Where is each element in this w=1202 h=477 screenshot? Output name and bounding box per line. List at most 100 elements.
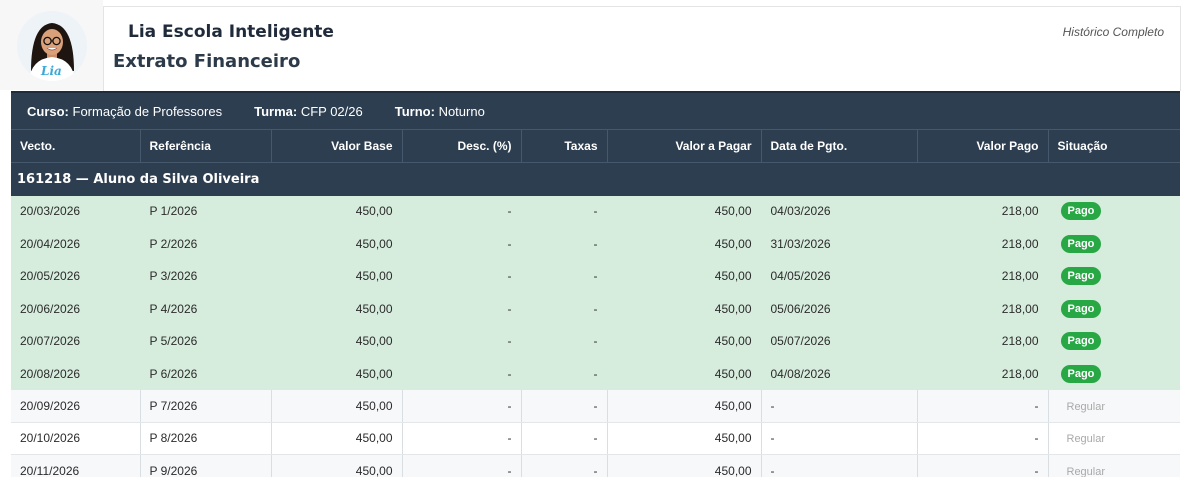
- status-cell: Pago: [1048, 195, 1180, 229]
- status-cell: Pago: [1048, 260, 1180, 294]
- course-label: Curso:: [27, 104, 69, 119]
- due-date-cell: 20/08/2026: [11, 357, 141, 391]
- due-date-cell: 20/10/2026: [11, 422, 141, 456]
- payment-date-cell: 04/08/2026: [761, 357, 918, 391]
- page: Lia Lia Escola Inteligente Extrato Finan…: [0, 0, 1202, 477]
- col-payment-date[interactable]: Data de Pgto.: [761, 129, 918, 163]
- status-cell: Regular: [1048, 389, 1180, 423]
- reference-cell: P 2/2026: [140, 227, 272, 261]
- course-info: Curso: Formação de Professores: [27, 104, 222, 119]
- shift-info: Turno: Noturno: [395, 104, 485, 119]
- status-badge-paid: Pago: [1060, 202, 1102, 221]
- reference-cell: P 9/2026: [140, 454, 272, 477]
- amount-due-cell: 450,00: [607, 389, 762, 423]
- base-value-cell: 450,00: [271, 260, 403, 294]
- shift-label: Turno:: [394, 104, 435, 119]
- col-discount[interactable]: Desc. (%): [402, 129, 522, 163]
- history-link[interactable]: Histórico Completo: [1063, 25, 1164, 39]
- reference-cell: P 1/2026: [140, 195, 272, 229]
- table-row[interactable]: 20/08/2026 P 6/2026 450,00- -450,00 04/08/20…: [11, 357, 1180, 391]
- due-date-cell: 20/04/2026: [11, 227, 141, 261]
- table-row[interactable]: 20/04/2026 P 2/2026 450,00- -450,00 31/03/20…: [11, 227, 1180, 261]
- status-badge-regular: Regular: [1066, 465, 1106, 477]
- base-value-cell: 450,00: [271, 389, 403, 423]
- student-group-row: 161218 — Aluno da Silva Oliveira: [11, 162, 1180, 196]
- fees-cell: -: [521, 227, 608, 261]
- status-cell: Pago: [1048, 357, 1180, 391]
- due-date-cell: 20/11/2026: [11, 454, 141, 477]
- amount-due-cell: 450,00: [607, 292, 762, 326]
- amount-due-cell: 450,00: [607, 325, 762, 358]
- class-info: Turma: CFP 02/26: [254, 104, 363, 119]
- amount-due-cell: 450,00: [607, 454, 762, 477]
- status-cell: Regular: [1048, 422, 1180, 456]
- reference-cell: P 3/2026: [140, 260, 272, 294]
- fees-cell: -: [521, 422, 608, 456]
- col-reference[interactable]: Referência: [140, 129, 272, 163]
- status-badge-paid: Pago: [1060, 364, 1102, 383]
- table-row[interactable]: 20/05/2026 P 3/2026 450,00- -450,00 04/05/20…: [11, 260, 1180, 294]
- payment-date-cell: -: [761, 422, 918, 456]
- student-group-label: 161218 — Aluno da Silva Oliveira: [11, 162, 1180, 196]
- payment-date-cell: 31/03/2026: [761, 227, 918, 261]
- table-row[interactable]: 20/03/2026 P 1/2026 450,00- -450,00 04/03/20…: [11, 195, 1180, 229]
- fees-cell: -: [521, 389, 608, 423]
- amount-due-cell: 450,00: [607, 260, 762, 294]
- col-amount-due[interactable]: Valor a Pagar: [607, 129, 762, 163]
- fees-cell: -: [521, 325, 608, 358]
- table-row[interactable]: 20/09/2026 P 7/2026 450,00- -450,00- - Regula…: [11, 389, 1180, 423]
- table-row[interactable]: 20/07/2026 P 5/2026 450,00- -450,00 05/07/20…: [11, 325, 1180, 358]
- discount-cell: -: [402, 195, 522, 229]
- due-date-cell: 20/05/2026: [11, 260, 141, 294]
- due-date-cell: 20/06/2026: [11, 292, 141, 326]
- base-value-cell: 450,00: [271, 357, 403, 391]
- col-status[interactable]: Situação: [1048, 129, 1180, 163]
- amount-paid-cell: -: [917, 389, 1049, 423]
- base-value-cell: 450,00: [271, 454, 403, 477]
- status-cell: Pago: [1048, 292, 1180, 326]
- reference-cell: P 7/2026: [140, 389, 272, 423]
- discount-cell: -: [402, 357, 522, 391]
- status-badge-paid: Pago: [1060, 267, 1102, 286]
- class-label: Turma:: [254, 104, 298, 119]
- avatar: Lia: [17, 11, 87, 81]
- status-cell: Regular: [1048, 454, 1180, 477]
- col-due-date[interactable]: Vecto.: [11, 129, 141, 163]
- col-base-value[interactable]: Valor Base: [271, 129, 403, 163]
- discount-cell: -: [402, 325, 522, 358]
- discount-cell: -: [402, 422, 522, 456]
- status-badge-paid: Pago: [1060, 235, 1102, 254]
- discount-cell: -: [402, 389, 522, 423]
- due-date-cell: 20/03/2026: [11, 195, 141, 229]
- base-value-cell: 450,00: [271, 227, 403, 261]
- reference-cell: P 5/2026: [140, 325, 272, 358]
- col-amount-paid[interactable]: Valor Pago: [917, 129, 1049, 163]
- base-value-cell: 450,00: [271, 292, 403, 326]
- status-badge-regular: Regular: [1066, 401, 1106, 414]
- course-value: Formação de Professores: [72, 104, 223, 119]
- base-value-cell: 450,00: [271, 325, 403, 358]
- due-date-cell: 20/07/2026: [11, 325, 141, 358]
- amount-paid-cell: 218,00: [917, 227, 1049, 261]
- due-date-cell: 20/09/2026: [11, 389, 141, 423]
- avatar-logo-text: Lia: [40, 64, 62, 78]
- table-row[interactable]: 20/06/2026 P 4/2026 450,00- -450,00 05/06/20…: [11, 292, 1180, 326]
- status-badge-paid: Pago: [1060, 332, 1102, 351]
- fees-cell: -: [521, 195, 608, 229]
- table-row[interactable]: 20/10/2026 P 8/2026 450,00- -450,00- - Regula…: [11, 422, 1180, 456]
- discount-cell: -: [402, 454, 522, 477]
- avatar-illustration: Lia: [17, 11, 87, 81]
- payment-date-cell: -: [761, 389, 918, 423]
- amount-paid-cell: 218,00: [917, 260, 1049, 294]
- reference-cell: P 8/2026: [140, 422, 272, 456]
- header-card: [103, 6, 1181, 91]
- amount-paid-cell: 218,00: [917, 292, 1049, 326]
- page-title: Extrato Financeiro: [113, 51, 301, 72]
- table-row[interactable]: 20/11/2026 P 9/2026 450,00- -450,00- - Regula…: [11, 454, 1180, 477]
- amount-paid-cell: 218,00: [917, 325, 1049, 358]
- reference-cell: P 4/2026: [140, 292, 272, 326]
- col-fees[interactable]: Taxas: [521, 129, 608, 163]
- base-value-cell: 450,00: [271, 422, 403, 456]
- fees-cell: -: [521, 454, 608, 477]
- table-header-row: Vecto. Referência Valor Base Desc. (%) T…: [11, 129, 1180, 163]
